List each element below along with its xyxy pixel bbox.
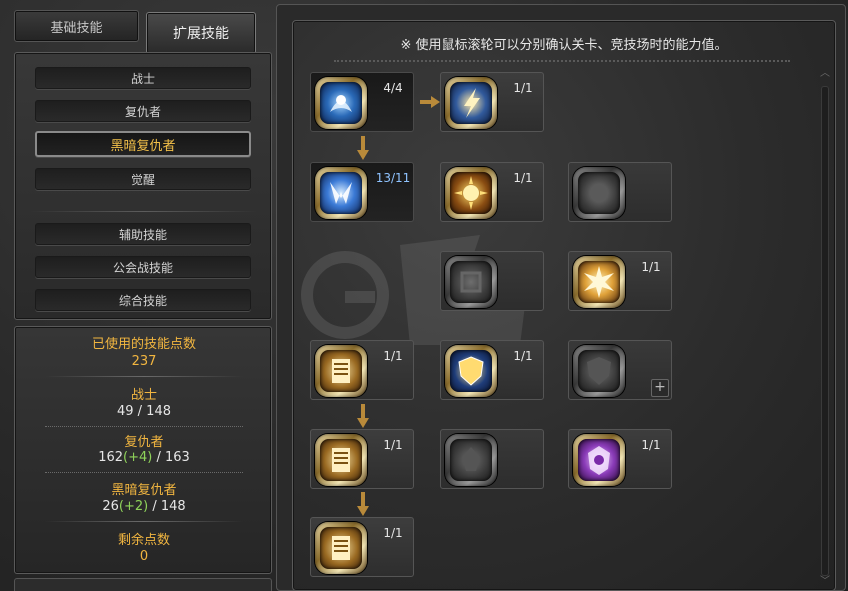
avenger-points-label: 复仇者 [124, 435, 164, 450]
avenger-points-value: 162(+4) / 163 [15, 450, 273, 465]
tab-basic-skills[interactable]: 基础技能 [14, 10, 139, 42]
class-dark-avenger-button[interactable]: 黑暗复仇者 [35, 131, 251, 157]
skill-slot[interactable]: 1/1 [310, 517, 414, 577]
arrow-down-icon [357, 492, 369, 516]
blue-claw-icon [315, 167, 367, 219]
arrow-down-icon [357, 404, 369, 428]
purple-crest-icon [573, 434, 625, 486]
scroll-track[interactable] [821, 86, 829, 576]
scroll-icon [315, 522, 367, 574]
bottom-strip [14, 578, 272, 591]
burst-icon [573, 256, 625, 308]
class-list: 战士 复仇者 黑暗复仇者 觉醒 辅助技能 公会战技能 综合技能 [14, 52, 272, 320]
skill-level: 13/11 [375, 171, 411, 185]
skill-slot[interactable]: 1/1 [440, 162, 544, 222]
shield-icon [445, 345, 497, 397]
add-point-button[interactable]: + [651, 379, 669, 397]
avenger-max: / 163 [152, 450, 190, 465]
skill-level: 1/1 [383, 438, 403, 452]
skill-slot[interactable]: 4/4 [310, 72, 414, 132]
gray-emblem-icon [573, 167, 625, 219]
avenger-base: 162 [98, 450, 124, 465]
divider [29, 211, 259, 212]
arrow-right-icon [420, 96, 440, 108]
skill-slot[interactable]: 1/1 [310, 340, 414, 400]
divider [45, 426, 243, 427]
used-points-value: 237 [131, 354, 157, 369]
divider [334, 60, 790, 62]
dark-base: 26 [102, 499, 119, 514]
skill-slot[interactable]: 1/1 [568, 429, 672, 489]
skill-slot[interactable]: 1/1 [440, 340, 544, 400]
skill-level: 1/1 [513, 349, 533, 363]
skill-slot[interactable]: 13/11 [310, 162, 414, 222]
gray-emblem-icon [445, 434, 497, 486]
lightning-sword-icon [445, 77, 497, 129]
left-panel: 基础技能 扩展技能 战士 复仇者 黑暗复仇者 觉醒 辅助技能 公会战技能 综合技… [0, 0, 278, 591]
blue-spirit-icon [315, 77, 367, 129]
skill-level: 1/1 [641, 260, 661, 274]
skill-level: 1/1 [641, 438, 661, 452]
divider [45, 521, 243, 522]
warrior-points-value: 49 / 148 [117, 404, 171, 419]
dark-bonus: (+2) [118, 499, 149, 514]
scroll-icon [315, 345, 367, 397]
skill-window: 基础技能 扩展技能 战士 复仇者 黑暗复仇者 觉醒 辅助技能 公会战技能 综合技… [0, 0, 848, 591]
avenger-bonus: (+4) [123, 450, 153, 465]
general-skills-button[interactable]: 综合技能 [35, 289, 251, 311]
gray-rune-icon [445, 256, 497, 308]
dark-max: / 148 [148, 499, 186, 514]
skill-level: 1/1 [383, 349, 403, 363]
arrow-down-icon [357, 136, 369, 160]
skill-slot[interactable]: 1/1 [568, 251, 672, 311]
used-points-label: 已使用的技能点数 [91, 337, 196, 352]
sun-emblem-icon [445, 167, 497, 219]
skill-level: 1/1 [513, 171, 533, 185]
remaining-points-value: 0 [139, 549, 149, 564]
skill-level: 1/1 [383, 526, 403, 540]
class-warrior-button[interactable]: 战士 [35, 67, 251, 89]
remaining-points-label: 剩余点数 [117, 533, 170, 548]
skill-slot[interactable] [440, 251, 544, 311]
scroll-up-icon[interactable]: ︿ [818, 68, 832, 80]
support-skills-button[interactable]: 辅助技能 [35, 223, 251, 245]
scroll-icon [315, 434, 367, 486]
scroll-down-icon[interactable]: ﹀ [818, 576, 832, 588]
gray-shield-icon [573, 345, 625, 397]
scrollbar[interactable]: ︿ ﹀ [818, 68, 832, 591]
skill-slot[interactable] [568, 162, 672, 222]
guild-war-skills-button[interactable]: 公会战技能 [35, 256, 251, 278]
skill-slot[interactable]: 1/1 [440, 72, 544, 132]
divider [45, 376, 243, 377]
skill-level: 4/4 [383, 81, 403, 95]
dark-avenger-points-label: 黑暗复仇者 [111, 483, 177, 498]
skill-slot[interactable] [440, 429, 544, 489]
skill-points-summary: 已使用的技能点数 237 战士 49 / 148 复仇者 162(+4) / 1… [14, 326, 272, 574]
skill-slot[interactable]: + [568, 340, 672, 400]
skill-slot[interactable]: 1/1 [310, 429, 414, 489]
dark-avenger-points-value: 26(+2) / 148 [15, 499, 273, 514]
warrior-points-label: 战士 [130, 388, 157, 403]
divider [45, 472, 243, 473]
skill-level: 1/1 [513, 81, 533, 95]
mouse-wheel-hint: ※ 使用鼠标滚轮可以分别确认关卡、竞技场时的能力值。 [400, 38, 728, 53]
class-awaken-button[interactable]: 觉醒 [35, 168, 251, 190]
class-avenger-button[interactable]: 复仇者 [35, 100, 251, 122]
tab-extended-skills[interactable]: 扩展技能 [146, 12, 256, 54]
